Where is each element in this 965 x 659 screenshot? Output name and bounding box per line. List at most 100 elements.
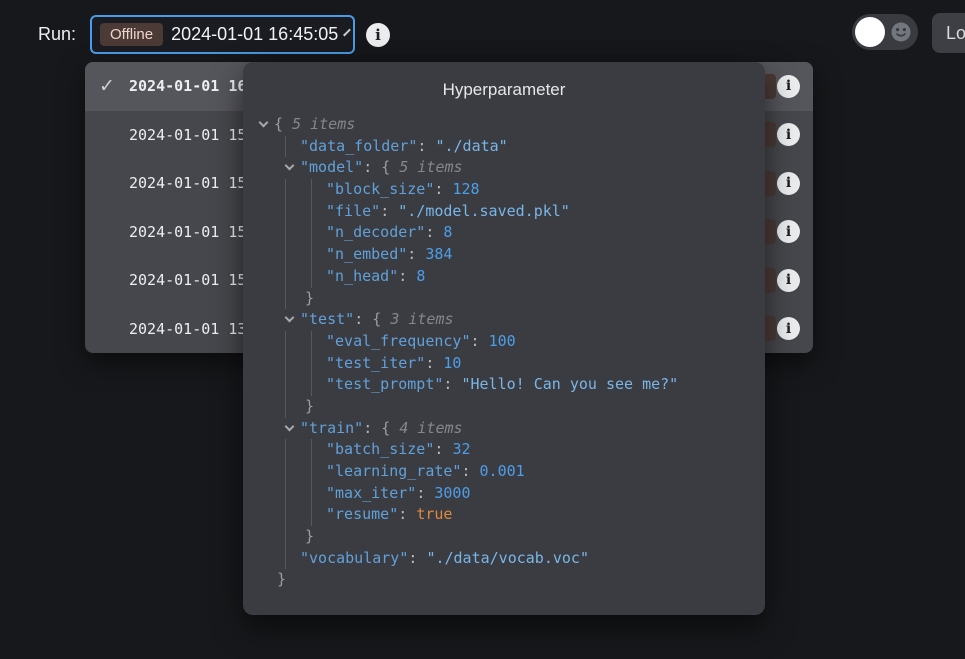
info-icon[interactable]: i [777,75,800,98]
indent-guide [285,331,286,353]
info-icon[interactable]: i [777,269,800,292]
json-line: "block_size": 128 [243,179,765,201]
json-punct: } [277,570,286,588]
json-colon: : [407,245,425,263]
indent-guide [311,374,312,396]
json-key: "n_embed" [326,245,407,263]
json-line: } [243,569,765,591]
json-items: 5 items [292,115,355,133]
json-punct: { [381,419,399,437]
indent-guide [285,353,286,375]
json-bool: true [416,505,452,523]
json-line: } [243,288,765,310]
json-colon: : [461,462,479,480]
json-key: "eval_frequency" [326,332,471,350]
json-colon: : [425,354,443,372]
json-line: "data_folder": "./data" [243,136,765,158]
indent-guide [285,483,286,505]
json-line: "model": { 5 items [243,157,765,179]
indent-guide [285,504,286,526]
chevron-down-icon [343,28,351,36]
json-colon: : [354,310,372,328]
indent-guide [311,179,312,201]
json-key: "test" [300,310,354,328]
json-line: "learning_rate": 0.001 [243,461,765,483]
json-key: "block_size" [326,180,434,198]
info-icon[interactable]: i [777,220,800,243]
json-line: "file": "./model.saved.pkl" [243,201,765,223]
list-item-label: 2024-01-01 15 [129,223,246,241]
indent-guide [285,136,286,158]
json-line: "eval_frequency": 100 [243,331,765,353]
toggle-knob [855,17,885,47]
json-colon: : [398,505,416,523]
json-line: "train": { 4 items [243,418,765,440]
json-colon: : [471,332,489,350]
json-key: "max_iter" [326,484,416,502]
json-num: 100 [489,332,516,350]
list-item-label: 2024-01-01 15 [129,271,246,289]
json-colon: : [434,440,452,458]
log-button[interactable]: Log [932,13,965,53]
indent-guide [285,461,286,483]
list-item-label: 2024-01-01 16 [129,77,246,95]
json-colon: : [380,202,398,220]
json-num: 8 [416,267,425,285]
json-line: "vocabulary": "./data/vocab.voc" [243,548,765,570]
theme-toggle[interactable] [852,14,918,50]
json-line: "n_decoder": 8 [243,222,765,244]
indent-guide [311,483,312,505]
indent-guide [311,461,312,483]
json-line: "batch_size": 32 [243,439,765,461]
json-colon: : [408,549,426,567]
info-icon[interactable]: i [777,123,800,146]
json-num: 384 [425,245,452,263]
json-punct: { [381,158,399,176]
json-key: "model" [300,158,363,176]
collapse-caret-icon[interactable] [259,118,269,128]
json-line: } [243,396,765,418]
json-key: "n_decoder" [326,223,425,241]
list-item-label: 2024-01-01 15 [129,126,246,144]
run-label: Run: [38,24,76,45]
json-num: 3000 [434,484,470,502]
info-icon[interactable]: i [777,317,800,340]
json-colon: : [398,267,416,285]
json-key: "batch_size" [326,440,434,458]
json-key: "vocabulary" [300,549,408,567]
json-items: 5 items [399,158,462,176]
indent-guide [311,244,312,266]
json-num: 128 [452,180,479,198]
json-colon: : [425,223,443,241]
indent-guide [311,222,312,244]
json-key: "data_folder" [300,137,417,155]
json-str: "./data" [435,137,507,155]
json-line: } [243,526,765,548]
checkmark-icon: ✓ [99,75,115,97]
json-line: "test": { 3 items [243,309,765,331]
indent-guide [285,222,286,244]
json-line: "test_iter": 10 [243,353,765,375]
collapse-caret-icon[interactable] [285,313,295,323]
json-key: "n_head" [326,267,398,285]
json-colon: : [443,375,461,393]
indent-guide [285,374,286,396]
json-colon: : [434,180,452,198]
json-str: "./data/vocab.voc" [426,549,589,567]
json-punct: { [372,310,390,328]
indent-guide [285,439,286,461]
json-punct: } [305,527,314,545]
json-key: "test_iter" [326,354,425,372]
json-num: 0.001 [480,462,525,480]
indent-guide [311,331,312,353]
indent-guide [285,244,286,266]
json-str: "Hello! Can you see me?" [461,375,678,393]
json-num: 32 [452,440,470,458]
json-line: "test_prompt": "Hello! Can you see me?" [243,374,765,396]
info-icon[interactable]: i [777,172,800,195]
json-punct: } [305,289,314,307]
collapse-caret-icon[interactable] [285,161,295,171]
run-select[interactable]: Offline 2024-01-01 16:45:05 [90,15,355,54]
collapse-caret-icon[interactable] [285,421,295,431]
info-icon[interactable]: i [366,23,390,47]
